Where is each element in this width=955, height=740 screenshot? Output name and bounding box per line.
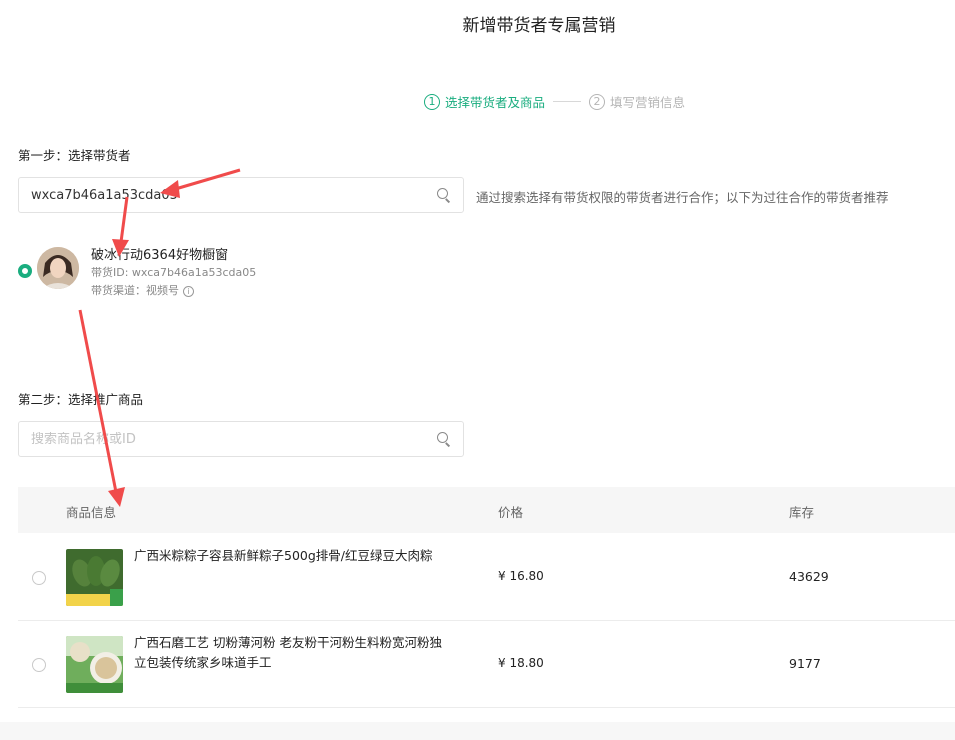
header-price: 价格 — [498, 505, 524, 520]
step-2-number: 2 — [589, 93, 606, 110]
creator-radio[interactable] — [18, 264, 32, 278]
creator-search-box[interactable] — [18, 177, 464, 213]
product-radio[interactable] — [32, 571, 46, 585]
product-price: ¥ 16.80 — [498, 569, 544, 583]
search-icon[interactable] — [437, 188, 451, 202]
creator-search-hint: 通过搜索选择有带货权限的带货者进行合作；以下为过往合作的带货者推荐 — [476, 190, 889, 205]
product-stock: 9177 — [789, 656, 821, 671]
table-row[interactable]: 广西石磨工艺 切粉薄河粉 老友粉干河粉生料粉宽河粉独立包装传统家乡味道手工 ¥ … — [18, 621, 955, 708]
product-name: 广西石磨工艺 切粉薄河粉 老友粉干河粉生料粉宽河粉独立包装传统家乡味道手工 — [134, 635, 442, 670]
header-stock: 库存 — [789, 505, 815, 520]
product-name: 广西米粽粽子容县新鲜粽子500g排骨/红豆绿豆大肉粽 — [134, 548, 433, 563]
step-1: 1 选择带货者及商品 — [424, 92, 545, 111]
annotation-arrow — [78, 309, 125, 507]
header-product-info: 商品信息 — [66, 505, 117, 520]
step-2-label: 填写营销信息 — [610, 95, 686, 110]
step-2: 2 填写营销信息 — [589, 92, 685, 111]
creator-name: 破冰行动6364好物橱窗 — [91, 248, 229, 263]
creator-channel-text: 带货渠道：视频号 — [91, 284, 179, 297]
product-thumbnail — [66, 549, 123, 606]
product-radio[interactable] — [32, 658, 46, 672]
product-search-box[interactable] — [18, 421, 464, 457]
creator-channel: 带货渠道：视频号 i — [91, 282, 194, 298]
step-divider — [553, 101, 582, 102]
info-icon[interactable]: i — [183, 285, 194, 297]
step1-label: 第一步：选择带货者 — [18, 148, 131, 163]
product-stock: 43629 — [789, 569, 829, 584]
search-icon[interactable] — [437, 432, 451, 446]
footer-strip — [0, 722, 955, 740]
step-indicator: 1 选择带货者及商品 2 填写营销信息 — [424, 92, 685, 111]
step-1-number: 1 — [424, 93, 440, 110]
product-thumbnail — [66, 636, 123, 693]
avatar — [37, 247, 79, 289]
page-title: 新增带货者专属营销 — [462, 16, 616, 36]
product-search-input[interactable] — [31, 431, 437, 447]
creator-id: 带货ID: wxca7b46a1a53cda05 — [91, 266, 257, 279]
step-1-label: 选择带货者及商品 — [445, 95, 546, 110]
product-price: ¥ 18.80 — [498, 656, 544, 670]
creator-search-input[interactable] — [31, 187, 437, 203]
step2-label: 第二步：选择推广商品 — [18, 392, 144, 407]
table-row[interactable]: 广西米粽粽子容县新鲜粽子500g排骨/红豆绿豆大肉粽 ¥ 16.80 43629 — [18, 534, 955, 621]
table-header: 商品信息 价格 库存 — [18, 487, 955, 533]
